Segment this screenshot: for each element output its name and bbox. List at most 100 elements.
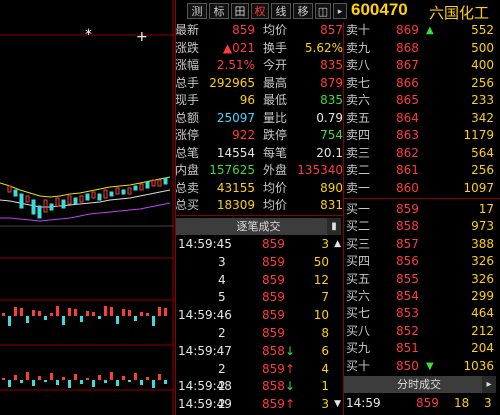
buy-level-volume: 204	[471, 341, 494, 356]
toolbar-button-rights[interactable]: 权	[251, 3, 269, 19]
sell-level-price: 866	[396, 75, 419, 90]
volume-bar-mark	[140, 380, 143, 385]
sell-level-row[interactable]: 卖五 864 342	[344, 110, 498, 127]
sell-level-row[interactable]: 卖二 861 256	[344, 162, 498, 179]
candle-mark	[151, 179, 156, 187]
buy-level-row[interactable]: 买九 851 204	[344, 340, 498, 357]
buy-level-label: 买四	[346, 254, 371, 269]
volume-bar-mark	[128, 380, 131, 382]
volume-bar-mark	[104, 380, 107, 383]
tick-row: 2 859 ↑ 4	[176, 361, 341, 378]
tick-volume: 4	[321, 361, 329, 376]
quote-mid-label: 跌停	[263, 128, 288, 142]
sell-level-row[interactable]: 卖四 863 1179	[344, 127, 498, 144]
buy-level-row[interactable]: 买七 853 464	[344, 305, 498, 322]
volume-bar-mark	[98, 375, 101, 380]
minute-trades-header[interactable]: 分时成交	[344, 376, 494, 393]
sell-level-label: 卖五	[346, 110, 371, 125]
buy-level-row[interactable]: 买一 859 17	[344, 201, 498, 218]
quote-mid-label: 换手	[263, 40, 288, 55]
buy-level-arrow: ▼	[426, 360, 434, 372]
minute-trade-vol: 18	[454, 396, 470, 410]
macd-bar-mark	[56, 306, 59, 316]
tick-direction-icon: ↑	[285, 361, 296, 376]
tick-volume: 12	[313, 272, 329, 287]
volume-bar-mark	[62, 377, 65, 380]
tick-volume: 10	[313, 308, 329, 323]
buy-level-volume: 464	[471, 306, 494, 321]
macd-bar-mark	[152, 316, 155, 326]
quote-left-value: 859	[232, 23, 255, 37]
ticks-list: 14:59:45 859 3 ▲ 3 859 50 4 859 12 5 859…	[176, 236, 343, 415]
sell-level-volume: 1097	[463, 180, 494, 195]
candle-mark	[13, 189, 18, 197]
ticks-scroll-button[interactable]: ▮	[327, 218, 341, 235]
minute-trade-price: 859	[416, 396, 439, 410]
sell-level-row[interactable]: 卖十 869 ▲ 552	[344, 22, 498, 39]
buy-level-row[interactable]: 买六 854 299	[344, 288, 498, 305]
sell-level-row[interactable]: 卖七 866 256	[344, 75, 498, 92]
buy-level-row[interactable]: 买五 855 326	[344, 271, 498, 288]
quote-row: 总额 25097 量比 0.79	[175, 110, 343, 127]
toolbar-button-line[interactable]: 线	[271, 3, 291, 19]
chart-marker-star: *	[85, 27, 92, 43]
buy-level-volume: 212	[471, 323, 494, 338]
tick-price: 858	[262, 379, 285, 394]
sell-level-label: 卖七	[346, 75, 371, 90]
tick-row: 5 859 7	[176, 289, 341, 306]
quote-left-label: 总买	[175, 198, 200, 212]
macd-bar-mark	[38, 311, 41, 316]
sell-level-label: 卖八	[346, 58, 371, 72]
toolbar-button-mark[interactable]: 标	[209, 3, 229, 19]
toolbar-button-move[interactable]: 移	[293, 3, 313, 19]
quote-row: 总笔 14554 每笔 20.1	[175, 145, 343, 162]
minute-trades-scroll-button[interactable]: ▸	[482, 376, 496, 393]
buy-level-price: 851	[396, 341, 419, 356]
macd-bar-mark	[50, 313, 53, 316]
tick-volume: 8	[321, 326, 329, 340]
buy-level-row[interactable]: 买八 852 212	[344, 323, 498, 340]
tick-count: 2	[218, 361, 226, 376]
quote-mid-label: 均价	[263, 198, 288, 212]
buy-level-price: 850	[396, 358, 419, 373]
buy-level-row[interactable]: 买四 856 326	[344, 253, 498, 270]
sell-level-arrow: ▲	[426, 25, 434, 36]
quote-mid-label: 均价	[263, 23, 288, 37]
macd-bar-mark	[74, 309, 77, 316]
toolbar-button-grid[interactable]: 田	[231, 3, 249, 19]
volume-bar-mark	[86, 378, 89, 380]
quote-row: 涨停 922 跌停 754	[175, 127, 343, 144]
tick-row: 4 859 12	[176, 272, 341, 289]
candle-mark	[85, 193, 90, 201]
candle-mark	[121, 189, 126, 195]
sell-level-row[interactable]: 卖八 867 400	[344, 57, 498, 74]
ticks-header[interactable]: 逐笔成交	[176, 218, 341, 235]
sell-level-label: 卖九	[346, 40, 371, 55]
toolbar-button-scroll[interactable]: ◫	[315, 3, 331, 19]
buy-level-row[interactable]: 买二 858 973	[344, 218, 498, 235]
volume-bar-mark	[56, 380, 59, 385]
volume-bar-mark	[92, 380, 95, 387]
macd-bar-mark	[140, 312, 143, 316]
toolbar-button-collapse[interactable]: ▸	[333, 3, 347, 19]
toolbar-button-measure[interactable]: 测	[187, 3, 207, 19]
sell-level-price: 860	[396, 180, 419, 195]
sell-level-row[interactable]: 卖一 860 1097	[344, 180, 498, 197]
macd-bar-mark	[128, 310, 131, 316]
volume-bar-mark	[32, 380, 35, 386]
tick-price: 859	[262, 308, 285, 323]
sell-level-label: 卖六	[346, 93, 371, 107]
buy-level-row[interactable]: 买十 850 ▼ 1036	[344, 358, 498, 375]
buy-level-row[interactable]: 买三 857 388	[344, 236, 498, 253]
tick-price: 859	[262, 361, 285, 376]
quote-row: 总卖 43155 均价 890	[175, 180, 343, 197]
buy-level-volume: 299	[471, 289, 494, 303]
sell-level-row[interactable]: 卖九 868 500	[344, 40, 498, 57]
sell-level-row[interactable]: 卖三 862 564	[344, 145, 498, 162]
order-book: 卖十 869 ▲ 552 卖九 868 500 卖八 867 400 卖七 86…	[344, 22, 500, 375]
quote-left-label: 内盘	[175, 163, 200, 177]
sell-level-row[interactable]: 卖六 865 233	[344, 92, 498, 109]
tick-count: 3	[218, 254, 226, 269]
quote-mid-label: 量比	[263, 110, 288, 125]
macd-bar-mark	[110, 307, 113, 316]
